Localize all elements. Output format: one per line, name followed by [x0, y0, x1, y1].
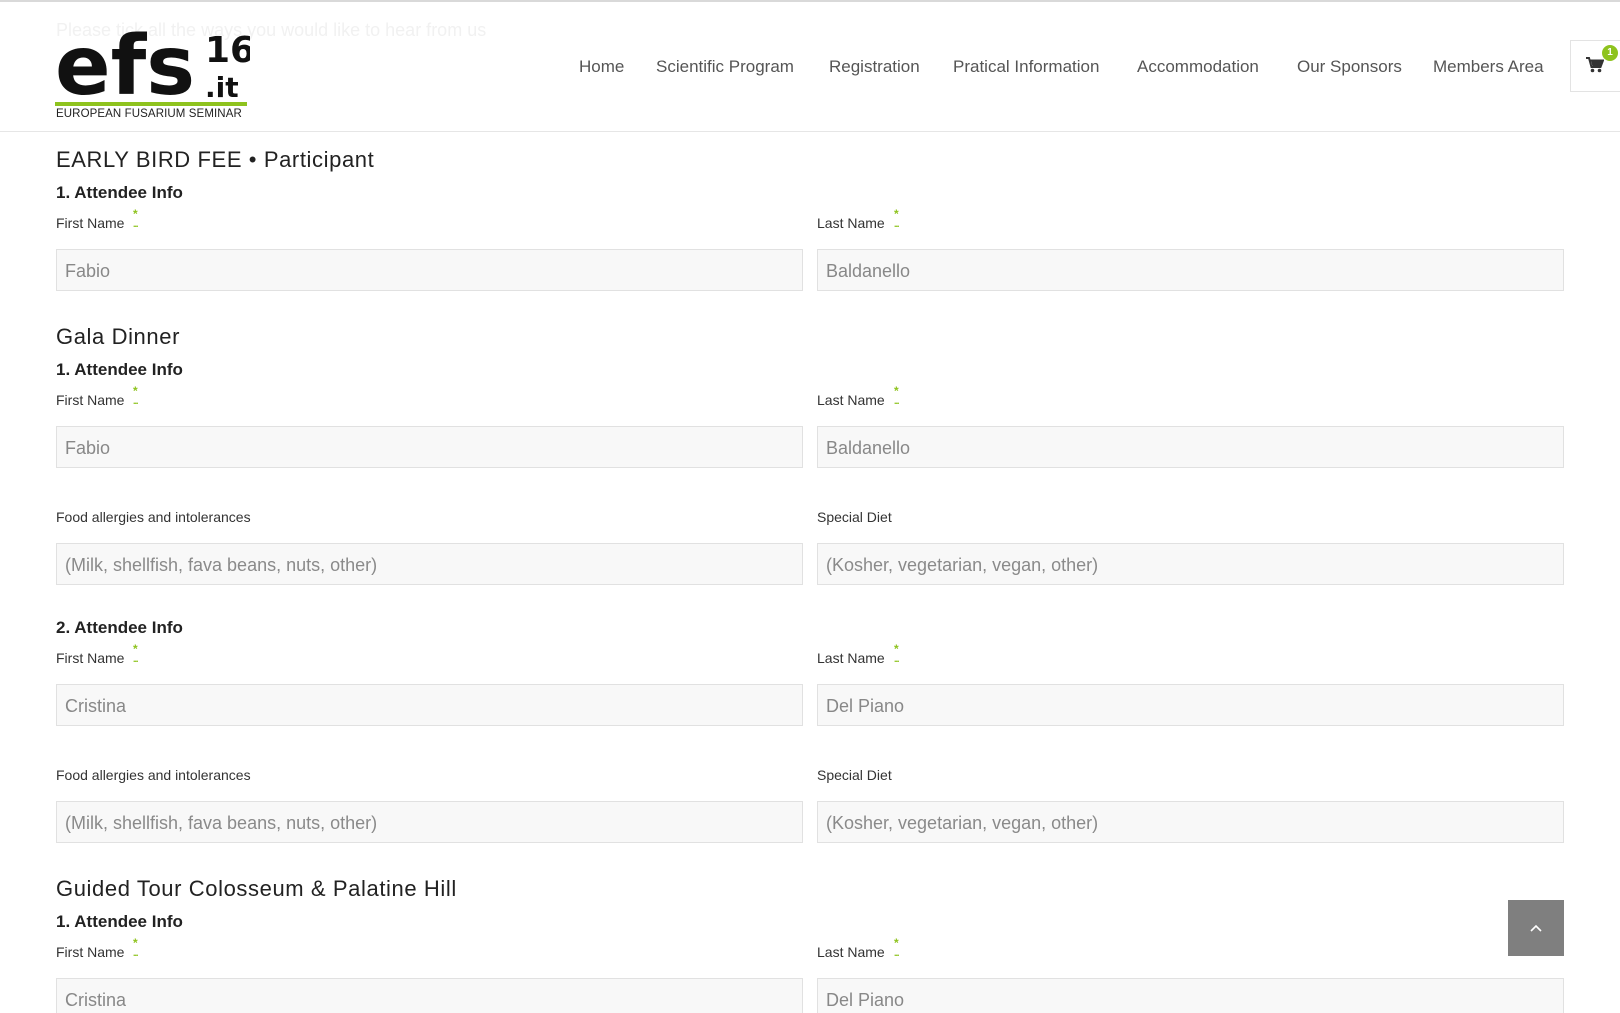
required-marker: *...: [894, 384, 899, 406]
last-name-label: Last Name: [817, 215, 885, 231]
food-allergies-input[interactable]: (Milk, shellfish, fava beans, nuts, othe…: [56, 543, 803, 585]
cart-icon: [1586, 57, 1604, 73]
section-title-early-bird: EARLY BIRD FEE • Participant: [56, 147, 375, 172]
cart-button[interactable]: 1: [1570, 40, 1620, 92]
logo-underline: [55, 102, 247, 106]
nav-item-home[interactable]: Home: [579, 57, 624, 77]
section-title-guided-tour: Guided Tour Colosseum & Palatine Hill: [56, 876, 457, 901]
first-name-label: First Name: [56, 392, 125, 408]
cart-count-badge: 1: [1602, 45, 1618, 61]
required-marker: *...: [894, 642, 899, 664]
logo-number-text: 16: [205, 30, 250, 71]
chevron-up-icon: [1530, 924, 1542, 932]
special-diet-input[interactable]: (Kosher, vegetarian, vegan, other): [817, 801, 1564, 843]
first-name-input[interactable]: Fabio: [56, 249, 803, 291]
last-name-label: Last Name: [817, 944, 885, 960]
last-name-input[interactable]: Del Piano: [817, 978, 1564, 1013]
special-diet-label: Special Diet: [817, 767, 892, 783]
nav-item-members-area[interactable]: Members Area: [1433, 57, 1544, 77]
required-marker: *...: [894, 936, 899, 958]
last-name-label: Last Name: [817, 392, 885, 408]
first-name-label: First Name: [56, 215, 125, 231]
required-marker: *...: [894, 207, 899, 229]
food-allergies-input[interactable]: (Milk, shellfish, fava beans, nuts, othe…: [56, 801, 803, 843]
first-name-input[interactable]: Cristina: [56, 978, 803, 1013]
logo-caption: EUROPEAN FUSARIUM SEMINAR: [56, 108, 242, 120]
attendee-heading: 2. Attendee Info: [56, 618, 183, 637]
required-marker: *...: [133, 207, 138, 229]
logo-main-text: efs: [55, 19, 195, 108]
site-header: efs 16 .it EUROPEAN FUSARIUM SEMINAR Hom…: [0, 0, 1620, 132]
last-name-input[interactable]: Del Piano: [817, 684, 1564, 726]
required-marker: *...: [133, 642, 138, 664]
special-diet-label: Special Diet: [817, 509, 892, 525]
food-allergies-label: Food allergies and intolerances: [56, 767, 251, 783]
nav-item-accommodation[interactable]: Accommodation: [1137, 57, 1259, 77]
food-allergies-label: Food allergies and intolerances: [56, 509, 251, 525]
last-name-input[interactable]: Baldanello: [817, 426, 1564, 468]
nav-item-registration[interactable]: Registration: [829, 57, 920, 77]
site-logo[interactable]: efs 16 .it EUROPEAN FUSARIUM SEMINAR: [55, 12, 250, 124]
first-name-input[interactable]: Fabio: [56, 426, 803, 468]
last-name-input[interactable]: Baldanello: [817, 249, 1564, 291]
section-title-gala-dinner: Gala Dinner: [56, 324, 180, 349]
first-name-label: First Name: [56, 944, 125, 960]
last-name-label: Last Name: [817, 650, 885, 666]
attendee-heading: 1. Attendee Info: [56, 183, 183, 202]
attendee-heading: 1. Attendee Info: [56, 360, 183, 379]
first-name-input[interactable]: Cristina: [56, 684, 803, 726]
scroll-to-top-button[interactable]: [1508, 900, 1564, 956]
attendee-heading: 1. Attendee Info: [56, 912, 183, 931]
logo-graphic: efs 16 .it: [55, 19, 250, 108]
nav-item-scientific-program[interactable]: Scientific Program: [656, 57, 794, 77]
special-diet-input[interactable]: (Kosher, vegetarian, vegan, other): [817, 543, 1564, 585]
required-marker: *...: [133, 384, 138, 406]
required-marker: *...: [133, 936, 138, 958]
nav-item-our-sponsors[interactable]: Our Sponsors: [1297, 57, 1402, 77]
first-name-label: First Name: [56, 650, 125, 666]
registration-form: EARLY BIRD FEE • Participant 1. Attendee…: [0, 133, 1620, 1013]
logo-tld-text: .it: [205, 71, 239, 104]
nav-item-practical-information[interactable]: Pratical Information: [953, 57, 1099, 77]
